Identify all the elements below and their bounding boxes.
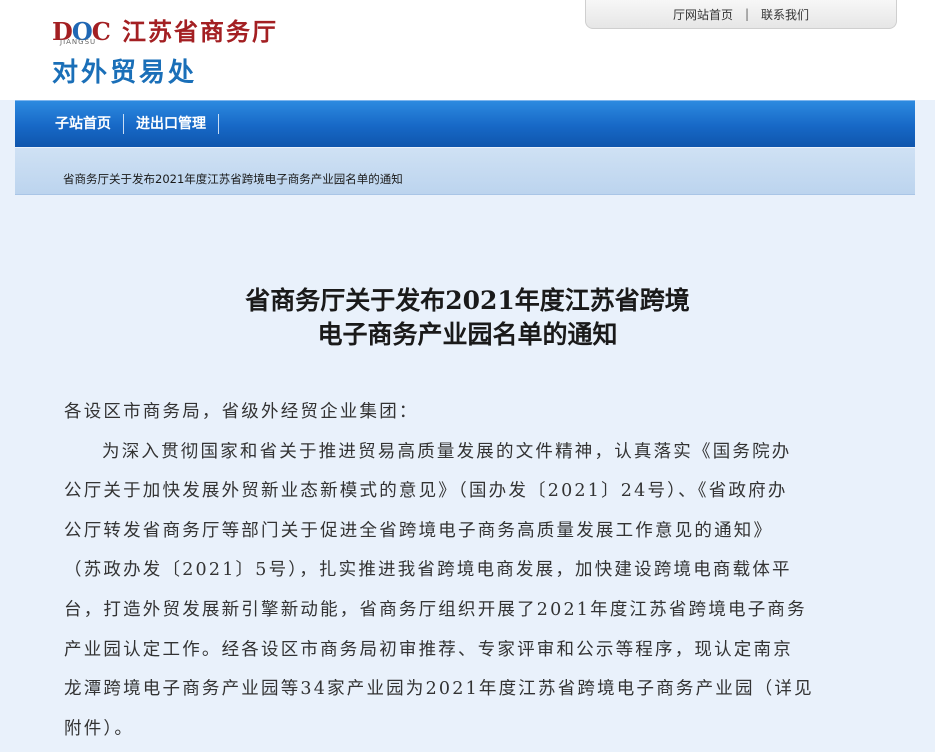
article-title: 省商务厅关于发布2021年度江苏省跨境 电子商务产业园名单的通知 bbox=[0, 284, 935, 352]
article-paragraph-line: 产业园认定工作。经各设区市商务局初审推荐、专家评审和公示等程序，现认定南京 bbox=[64, 639, 793, 660]
nav-item-home[interactable]: 子站首页 bbox=[15, 114, 123, 134]
article-paragraph-line: 龙潭跨境电子商务产业园等34家产业园为2021年度江苏省跨境电子商务产业园（详见 bbox=[64, 679, 814, 700]
article-paragraph-line: （苏政办发〔2021〕5号），扎实推进我省跨境电商发展，加快建设跨境电商载体平 bbox=[64, 560, 792, 581]
article-paragraph-line: 附件）。 bbox=[64, 718, 135, 739]
article-paragraph-line: 公厅关于加快发展外贸新业态新模式的意见》（国办发〔2021〕24号）、《省政府办 bbox=[64, 481, 788, 502]
nav-divider bbox=[218, 114, 219, 134]
site-name: 江苏省商务厅 bbox=[122, 18, 278, 46]
breadcrumb-bar: 省商务厅关于发布2021年度江苏省跨境电子商务产业园名单的通知 bbox=[15, 148, 915, 195]
article-paragraph-line: 公厅转发省商务厅等部门关于促进全省跨境电子商务高质量发展工作意见的通知》 bbox=[64, 520, 774, 541]
top-links-separator: | bbox=[744, 7, 750, 21]
article-paragraph-line: 为深入贯彻国家和省关于推进贸易高质量发展的文件精神，认真落实《国务院办 bbox=[102, 441, 792, 462]
nav-item-import-export[interactable]: 进出口管理 bbox=[124, 114, 218, 134]
nav-divider bbox=[123, 114, 124, 134]
article-paragraph-line: 台，打造外贸发展新引擎新动能，省商务厅组织开展了2021年度江苏省跨境电子商务 bbox=[64, 599, 807, 620]
article-salutation: 各设区市商务局，省级外经贸企业集团： bbox=[64, 402, 419, 422]
article-title-line-2: 电子商务产业园名单的通知 bbox=[317, 320, 618, 349]
top-link-home[interactable]: 厅网站首页 bbox=[673, 6, 733, 23]
top-link-contact[interactable]: 联系我们 bbox=[761, 6, 809, 23]
article-title-line-1: 省商务厅关于发布2021年度江苏省跨境 bbox=[245, 286, 690, 315]
breadcrumb: 省商务厅关于发布2021年度江苏省跨境电子商务产业园名单的通知 bbox=[63, 172, 403, 186]
department-name: 对外贸易处 bbox=[52, 58, 198, 88]
main-nav: 子站首页 进出口管理 bbox=[15, 100, 915, 147]
logo-subtext: JIANGSU bbox=[60, 38, 97, 46]
top-links: 厅网站首页 | 联系我们 bbox=[585, 0, 897, 29]
site-header: DOC JIANGSU 江苏省商务厅 对外贸易处 厅网站首页 | 联系我们 bbox=[0, 0, 935, 100]
article-body: 各设区市商务局，省级外经贸企业集团： 为深入贯彻国家和省关于推进贸易高质量发展的… bbox=[64, 396, 854, 752]
